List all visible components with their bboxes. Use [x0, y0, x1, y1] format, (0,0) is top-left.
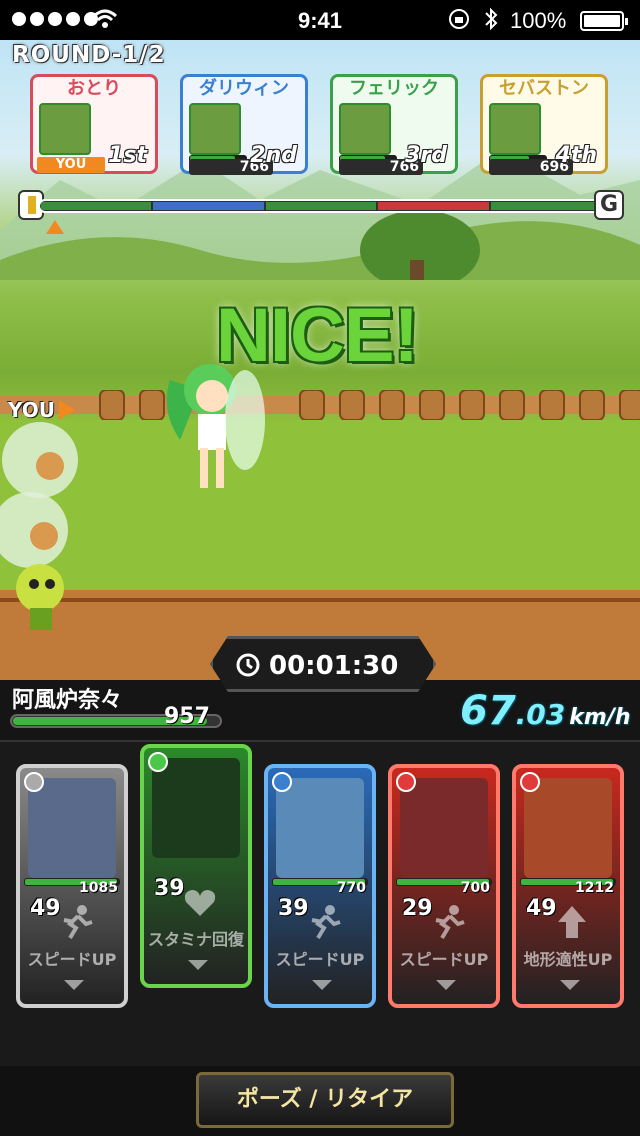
card-stamina-value: 770: [336, 880, 366, 896]
racer-name: 阿風炉奈々: [12, 688, 123, 713]
player-avatar: [339, 103, 391, 155]
chevron-down-icon: [188, 960, 208, 970]
skill-card-green[interactable]: 39 スタミナ回復: [140, 744, 252, 988]
element-orb-icon: [148, 752, 168, 772]
player-name: フェリック: [349, 78, 439, 99]
timer-text: 00:01:30: [269, 651, 399, 681]
player-card: フェリック 766 3rd: [330, 74, 458, 175]
you-label: YOU: [8, 398, 56, 422]
heart-icon: [184, 890, 216, 916]
status-bar: 9:41 100%: [0, 0, 640, 40]
element-orb-icon: [520, 772, 540, 792]
race-timer: 00:01:30: [210, 636, 436, 692]
arrow-up-icon: [558, 906, 586, 938]
card-skill-label: スピードUP: [399, 950, 489, 969]
card-stamina-value: 700: [460, 880, 490, 896]
skill-card-silver[interactable]: 1085 49 スピードUP: [16, 764, 128, 1008]
run-icon: [63, 905, 93, 940]
card-portrait: [400, 778, 488, 878]
skill-card-red[interactable]: 1212 49 地形適性UP: [512, 764, 624, 1008]
element-orb-icon: [396, 772, 416, 792]
card-portrait: [28, 778, 116, 878]
player-rank: 3rd: [405, 143, 447, 168]
bluetooth-icon: [485, 7, 498, 31]
chevron-down-icon: [312, 980, 332, 990]
card-skill-label: スタミナ回復: [147, 930, 244, 949]
player-name: ダリウィン: [199, 78, 289, 99]
skill-card-red[interactable]: 700 29 スピードUP: [388, 764, 500, 1008]
card-portrait: [524, 778, 612, 878]
player-standings: おとり YOU 1st ダリウィン 766 2nd フェリック 766 3rd セバストン 696 4…: [30, 74, 610, 175]
player-rank: 4th: [555, 143, 598, 168]
rotation-lock-icon: [449, 9, 469, 29]
speed-whole: 67: [460, 688, 516, 734]
chevron-down-icon: [560, 980, 580, 990]
battery-icon: [580, 11, 628, 31]
player-name: おとり: [67, 78, 121, 99]
track-segment: [265, 202, 377, 210]
footer: ポーズ / リタイア: [0, 1066, 640, 1136]
speed-readout: 67.03 km/h: [460, 688, 631, 734]
card-skill-label: スピードUP: [27, 950, 117, 969]
speed-decimal: .03: [515, 698, 566, 731]
player-name: セバストン: [499, 78, 589, 99]
race-scene: ROUND-1/2 おとり YOU 1st ダリウィン 766 2nd フェリック 766 3r…: [0, 40, 640, 680]
nice-banner: NICE!: [216, 293, 419, 378]
progress-track: [38, 199, 604, 213]
element-orb-icon: [272, 772, 292, 792]
track-segment: [41, 202, 152, 210]
card-stamina-value: 1212: [575, 880, 614, 896]
card-skill-label: 地形適性UP: [523, 950, 613, 969]
player-card: セバストン 696 4th: [480, 74, 608, 175]
skill-card-blue[interactable]: 770 39 スピードUP: [264, 764, 376, 1008]
race-progress: G: [18, 190, 624, 234]
rival-characters: [0, 422, 78, 630]
round-label: ROUND-1/2: [12, 42, 166, 68]
player-position-marker: [45, 220, 64, 234]
player-card: おとり YOU 1st: [30, 74, 158, 174]
goal-icon: G: [594, 190, 624, 220]
player-avatar: [489, 103, 541, 155]
player-avatar: [189, 103, 241, 155]
battery-percent: 100%: [510, 8, 567, 33]
you-tag: YOU: [37, 157, 105, 173]
player-rank: 2nd: [250, 143, 297, 168]
chevron-down-icon: [64, 980, 84, 990]
card-portrait: [152, 758, 240, 858]
element-orb-icon: [24, 772, 44, 792]
run-icon: [311, 905, 341, 940]
card-portrait: [276, 778, 364, 878]
speed-unit: km/h: [569, 705, 631, 730]
stamina-value: 957: [164, 704, 210, 729]
you-indicator: YOU: [8, 398, 76, 422]
track-segment: [153, 202, 264, 210]
chevron-down-icon: [436, 980, 456, 990]
arrow-right-icon: [59, 400, 76, 420]
player-rank: 1st: [108, 143, 147, 168]
card-skill-label: スピードUP: [275, 950, 365, 969]
track-segment: [490, 202, 601, 210]
clock-icon: [235, 652, 261, 678]
pause-retire-button[interactable]: ポーズ / リタイア: [196, 1072, 454, 1128]
player-card: ダリウィン 766 2nd: [180, 74, 308, 175]
track-segment: [378, 202, 489, 210]
skill-card-tray: 1085 49 スピードUP 39 スタミナ回復 770 39 スピードUP 700 29 スピード…: [0, 740, 640, 1066]
card-stamina-value: 1085: [79, 880, 118, 896]
run-icon: [435, 905, 465, 940]
player-avatar: [39, 103, 91, 155]
